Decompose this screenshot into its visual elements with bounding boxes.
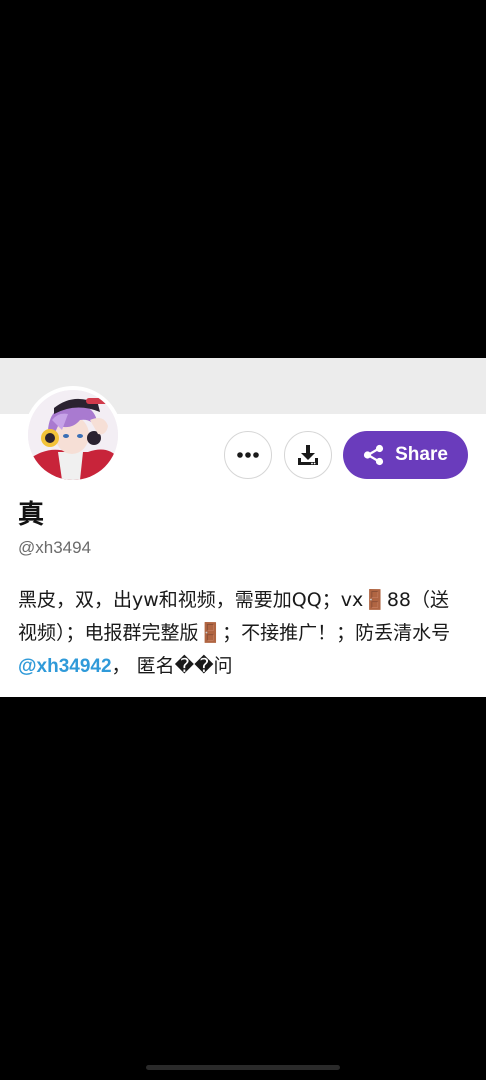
home-indicator[interactable] (146, 1065, 340, 1070)
display-name: 真 (18, 500, 45, 530)
share-icon (363, 444, 384, 466)
bio-text: 黑皮，双，出yw和视频，需要加QQ；vx🚪88（送视频）；电报群完整版🚪；不接推… (18, 589, 457, 644)
more-horizontal-icon (237, 452, 259, 458)
profile-bio: 黑皮，双，出yw和视频，需要加QQ；vx🚪88（送视频）；电报群完整版🚪；不接推… (18, 584, 468, 683)
more-button[interactable] (224, 431, 272, 479)
avatar-image (28, 390, 118, 480)
avatar[interactable] (24, 386, 122, 484)
bio-mention-link[interactable]: @xh34942 (18, 656, 112, 677)
share-label: Share (395, 444, 448, 465)
share-button[interactable]: Share (343, 431, 468, 479)
bio-text-end: ， 匿名��问 (111, 655, 233, 677)
screen: Share 真 @xh3494 黑皮，双，出yw和视频，需要加QQ；vx🚪88（… (0, 0, 486, 1080)
download-icon (298, 445, 318, 465)
user-handle: @xh3494 (18, 538, 92, 557)
download-button[interactable] (284, 431, 332, 479)
profile-card: Share 真 @xh3494 黑皮，双，出yw和视频，需要加QQ；vx🚪88（… (0, 358, 486, 697)
